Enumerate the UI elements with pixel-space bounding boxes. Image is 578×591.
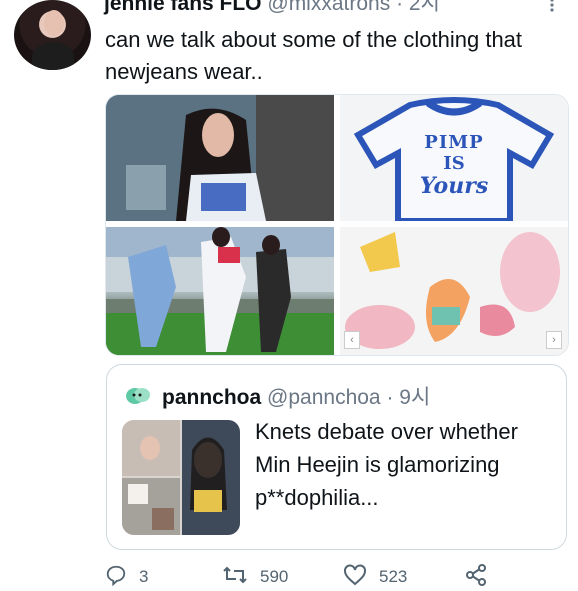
author-avatar[interactable] bbox=[14, 0, 91, 70]
avatar-body bbox=[32, 42, 74, 70]
author-handle[interactable]: @mixxatrons bbox=[267, 0, 390, 15]
shirt-text-line2: IS bbox=[443, 153, 465, 174]
tweet-header: jennie fans FLO @mixxatrons · 2시 bbox=[104, 0, 440, 16]
carousel-prev-button[interactable]: ‹ bbox=[344, 331, 360, 349]
retweet-count: 590 bbox=[260, 567, 289, 586]
shirt-text-line3: Yours bbox=[419, 173, 489, 199]
carousel-next-button[interactable]: › bbox=[546, 331, 562, 349]
reply-count: 3 bbox=[139, 567, 149, 586]
shirt-text-line1: PIMP bbox=[424, 132, 484, 153]
tweet-time[interactable]: 2시 bbox=[409, 0, 440, 15]
reply-icon bbox=[105, 564, 139, 591]
retweet-icon bbox=[222, 564, 260, 591]
media-photo-3[interactable] bbox=[106, 227, 334, 355]
quote-text: Knets debate over whether Min Heejin is … bbox=[255, 419, 518, 510]
avatar-face bbox=[44, 10, 64, 36]
like-button[interactable]: 523 bbox=[343, 563, 408, 591]
author-name[interactable]: jennie fans FLO bbox=[104, 0, 262, 15]
quote-separator: · bbox=[386, 386, 394, 409]
quote-author-handle[interactable]: @pannchoa bbox=[267, 386, 381, 409]
media-grid: PIMP IS Yours ‹ › bbox=[105, 94, 569, 356]
reply-button[interactable]: 3 bbox=[105, 565, 148, 589]
header-separator: · bbox=[396, 0, 404, 15]
more-icon[interactable] bbox=[548, 0, 556, 12]
tweet-text: can we talk about some of the clothing t… bbox=[105, 27, 523, 84]
media-photo-2[interactable]: PIMP IS Yours bbox=[340, 95, 568, 221]
quote-time[interactable]: 9시 bbox=[399, 386, 430, 409]
like-count: 523 bbox=[379, 567, 408, 586]
quote-thumbnail[interactable] bbox=[122, 420, 240, 535]
media-photo-1[interactable] bbox=[106, 95, 334, 221]
share-icon bbox=[465, 563, 499, 591]
retweet-button[interactable]: 590 bbox=[222, 565, 288, 589]
quote-header: pannchoa @pannchoa · 9시 bbox=[162, 381, 430, 411]
quote-author-name[interactable]: pannchoa bbox=[162, 386, 261, 409]
quote-avatar[interactable] bbox=[125, 386, 152, 406]
heart-icon bbox=[343, 563, 379, 591]
quoted-tweet[interactable]: pannchoa @pannchoa · 9시 Knets debate ove… bbox=[106, 364, 567, 550]
media-photo-4[interactable]: ‹ › bbox=[340, 227, 568, 355]
action-bar: 3 590 523 bbox=[105, 563, 575, 591]
share-button[interactable] bbox=[465, 563, 499, 591]
